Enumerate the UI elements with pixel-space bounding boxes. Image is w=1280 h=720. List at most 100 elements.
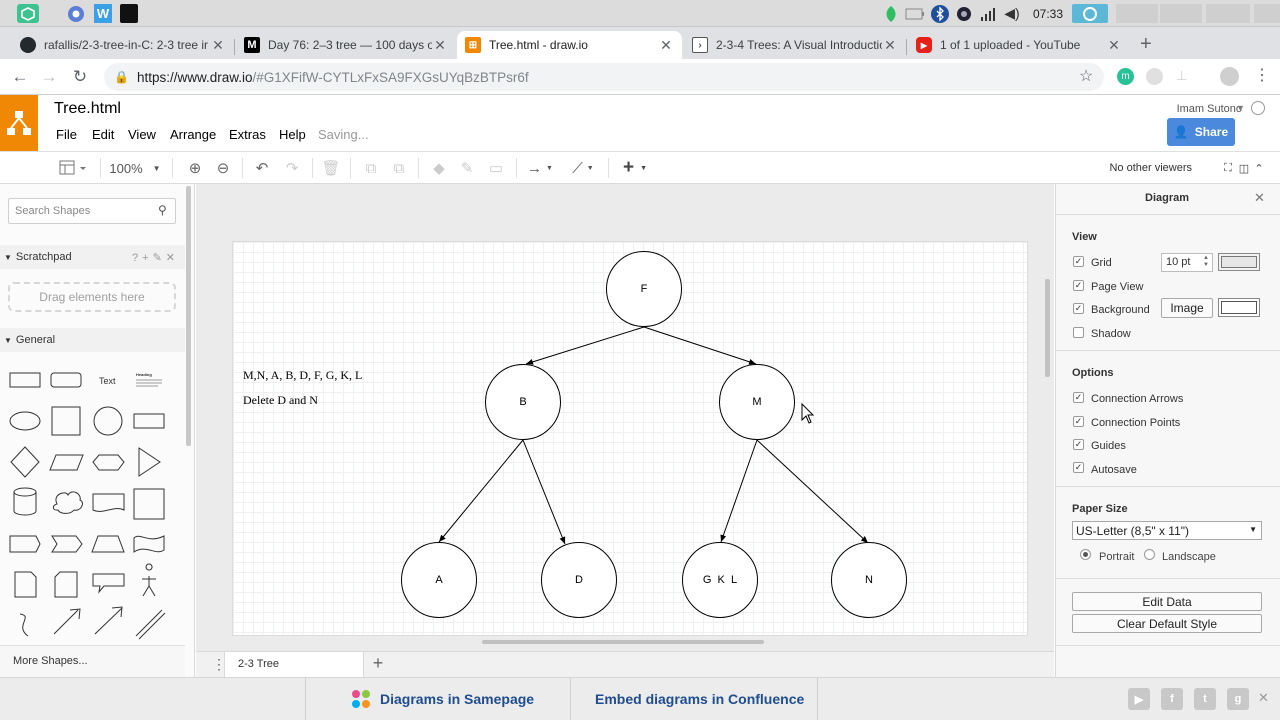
shape-process[interactable]: [133, 413, 165, 429]
close-panel-icon[interactable]: ✕: [1254, 190, 1265, 206]
node-d[interactable]: D: [541, 542, 617, 618]
edge-f-b[interactable]: [525, 326, 645, 365]
menu-extras[interactable]: Extras: [229, 127, 266, 142]
menu-kebab-icon[interactable]: ⋮: [1254, 65, 1270, 85]
close-icon[interactable]: ✕: [882, 37, 898, 54]
format-toggle-icon[interactable]: ◫: [1237, 158, 1251, 178]
format-panel-icon[interactable]: [56, 158, 90, 178]
youtube-icon[interactable]: ▶: [1128, 688, 1150, 710]
evernote-icon[interactable]: [882, 4, 900, 23]
connection-points-checkbox[interactable]: ✓: [1073, 416, 1084, 427]
close-icon[interactable]: ✕: [1106, 37, 1122, 54]
tab-github[interactable]: rafallis/2-3-tree-in-C: 2-3 tree ir ✕: [12, 31, 234, 59]
share-button[interactable]: 👤 Share: [1167, 118, 1235, 146]
horizontal-scrollbar[interactable]: [482, 640, 764, 644]
scratchpad-dropzone[interactable]: Drag elements here: [8, 282, 176, 312]
workspace-2[interactable]: [1160, 4, 1202, 23]
edit-icon[interactable]: ✎: [153, 252, 166, 264]
confluence-link[interactable]: Embed diagrams in Confluence: [595, 678, 804, 720]
vertical-scrollbar[interactable]: [1045, 279, 1050, 377]
user-dropdown-icon[interactable]: ▼: [1236, 103, 1245, 113]
sidebar-scrollbar[interactable]: [186, 186, 191, 446]
connection-style-icon[interactable]: → ▼: [524, 158, 556, 178]
shape-document[interactable]: [92, 493, 125, 512]
close-icon[interactable]: ✕: [166, 252, 179, 264]
extension-puzzle-icon[interactable]: ⊥: [1176, 68, 1193, 85]
insert-plus-icon[interactable]: + ▼: [618, 157, 652, 178]
close-icon[interactable]: ✕: [658, 37, 674, 54]
diagram-page[interactable]: M,N, A, B, D, F, G, K, L Delete D and N …: [232, 241, 1028, 636]
grid-size-stepper-icon[interactable]: ▲ ▼: [1203, 255, 1209, 269]
url-field[interactable]: 🔒 https://www.draw.io/#G1XFifW-CYTLxFxSA…: [104, 63, 1104, 91]
shape-text[interactable]: Text: [99, 376, 116, 386]
shape-parallelogram[interactable]: [49, 454, 84, 471]
node-f[interactable]: F: [606, 251, 682, 327]
bookmark-star-icon[interactable]: ☆: [1075, 67, 1097, 87]
shape-card[interactable]: [54, 571, 78, 598]
background-checkbox[interactable]: ✓: [1073, 303, 1084, 314]
edge-b-d[interactable]: [522, 439, 566, 545]
new-tab-icon[interactable]: +: [1140, 33, 1152, 56]
shape-ellipse[interactable]: [9, 411, 41, 431]
shape-cube[interactable]: [9, 535, 41, 553]
shape-diamond[interactable]: [10, 446, 40, 478]
node-b[interactable]: B: [485, 364, 561, 440]
to-front-icon[interactable]: ⧉: [360, 158, 382, 178]
terminal-app-icon[interactable]: [120, 4, 138, 23]
close-icon[interactable]: ✕: [432, 37, 448, 54]
fill-color-icon[interactable]: ◆: [428, 158, 450, 178]
node-m[interactable]: M: [719, 364, 795, 440]
drawio-logo[interactable]: [0, 95, 38, 151]
user-name[interactable]: Imam Sutono: [1177, 103, 1242, 115]
edge-f-m[interactable]: [643, 326, 757, 365]
shape-circle[interactable]: [93, 406, 123, 436]
close-icon[interactable]: ✕: [210, 37, 226, 54]
collapse-icon[interactable]: ⌃: [1252, 158, 1266, 178]
shape-trapezoid[interactable]: [91, 535, 125, 553]
shape-tape[interactable]: [133, 535, 165, 553]
grid-checkbox[interactable]: ✓: [1073, 256, 1084, 267]
shape-hexagon[interactable]: [92, 454, 125, 471]
fullscreen-icon[interactable]: ⛶: [1221, 158, 1235, 178]
shape-step[interactable]: [51, 535, 83, 553]
workspace-1[interactable]: [1116, 4, 1158, 23]
zoom-dropdown[interactable]: 100% ▼: [106, 158, 164, 178]
edge-m-n[interactable]: [756, 439, 869, 544]
shape-textbox[interactable]: [136, 379, 162, 387]
shape-bidirectional-arrow[interactable]: [53, 608, 81, 635]
shadow-icon[interactable]: ▭: [485, 158, 507, 178]
delete-icon[interactable]: 🗑: [320, 158, 342, 178]
page-view-checkbox[interactable]: ✓: [1073, 280, 1084, 291]
clock[interactable]: 07:33: [1030, 4, 1066, 23]
connection-arrows-checkbox[interactable]: ✓: [1073, 392, 1084, 403]
line-color-icon[interactable]: ✎: [456, 158, 478, 178]
chrome-remote-icon[interactable]: [1072, 4, 1108, 23]
edit-data-button[interactable]: Edit Data: [1072, 592, 1262, 611]
edge-m-gkl[interactable]: [720, 439, 758, 543]
menu-file[interactable]: File: [56, 127, 77, 142]
menu-edit[interactable]: Edit: [92, 127, 114, 142]
shape-curve[interactable]: [19, 613, 29, 637]
node-n[interactable]: N: [831, 542, 907, 618]
extension-icon[interactable]: [1146, 68, 1163, 85]
shape-callout[interactable]: [92, 573, 125, 594]
edge-b-a[interactable]: [438, 439, 524, 543]
shadow-checkbox[interactable]: [1073, 327, 1084, 338]
page-tab[interactable]: 2-3 Tree: [224, 652, 364, 677]
bluetooth-icon[interactable]: [930, 4, 949, 23]
add-page-icon[interactable]: +: [368, 653, 388, 674]
twitter-icon[interactable]: t: [1194, 688, 1216, 710]
background-color-swatch[interactable]: [1218, 298, 1260, 317]
shape-rectangle[interactable]: [9, 372, 41, 388]
general-header[interactable]: ▼ General: [0, 328, 185, 352]
waypoints-icon[interactable]: ⟋ ▼: [566, 158, 600, 178]
grid-color-swatch[interactable]: [1218, 253, 1260, 271]
to-back-icon[interactable]: ⧉: [388, 158, 410, 178]
shape-heading[interactable]: Heading: [136, 372, 152, 377]
node-a[interactable]: A: [401, 542, 477, 618]
paper-size-select[interactable]: US-Letter (8,5" x 11") ▼: [1072, 521, 1262, 540]
zoom-in-icon[interactable]: ⊕: [184, 158, 206, 178]
workspace-3[interactable]: [1206, 4, 1250, 23]
shape-arrow[interactable]: [94, 606, 123, 635]
shape-rounded-rectangle[interactable]: [50, 372, 82, 388]
